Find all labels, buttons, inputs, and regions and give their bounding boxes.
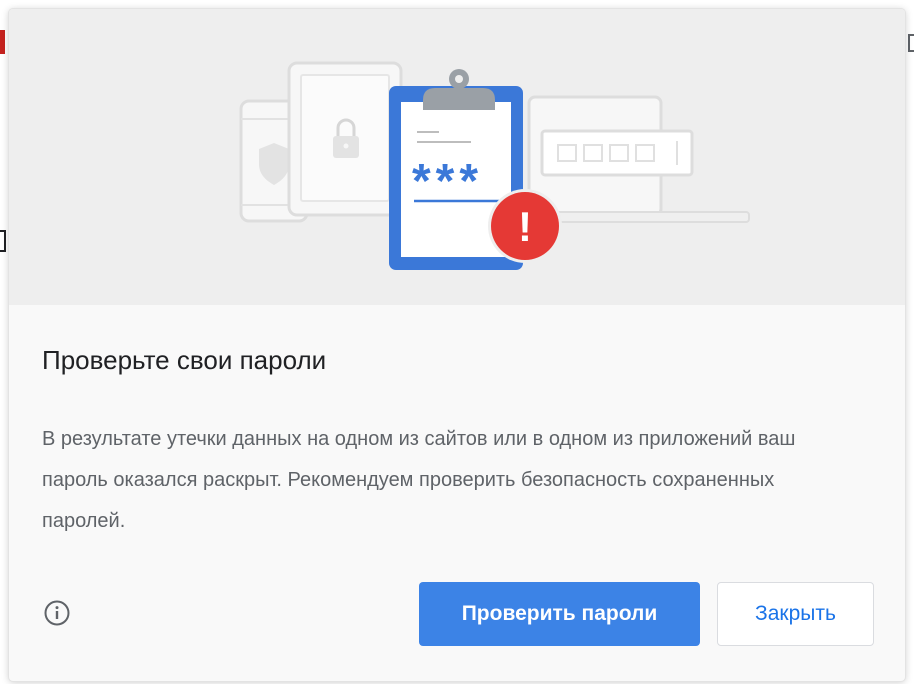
background-toolbar-edge [908, 34, 914, 52]
warning-icon: ! [488, 189, 562, 263]
dialog-description: В результате утечки данных на одном из с… [42, 428, 796, 532]
dialog-illustration: *** ! [9, 9, 905, 305]
background-ui-edge [0, 230, 6, 252]
password-check-dialog: *** ! Проверьте свои пароли В результате… [9, 9, 905, 681]
info-icon[interactable] [43, 599, 71, 627]
tablet-lock-icon [287, 61, 403, 217]
close-button[interactable]: Закрыть [717, 582, 874, 646]
svg-text:!: ! [518, 203, 532, 250]
dialog-title: Проверьте свои пароли [42, 345, 327, 375]
check-passwords-button[interactable]: Проверить пароли [419, 582, 700, 646]
background-tab-edge [0, 30, 5, 54]
